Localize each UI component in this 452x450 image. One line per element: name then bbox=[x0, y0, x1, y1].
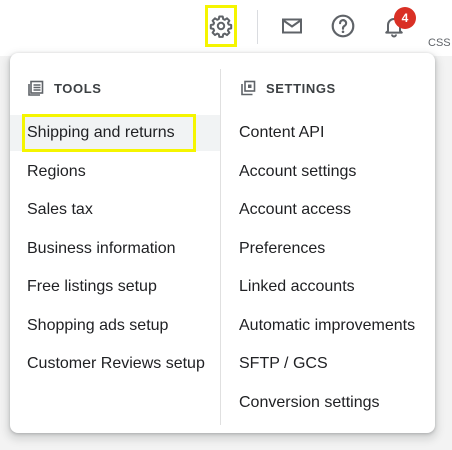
menu-item-customer-reviews-setup[interactable]: Customer Reviews setup bbox=[10, 346, 220, 382]
menu-item-shipping-and-returns[interactable]: Shipping and returns bbox=[10, 115, 220, 151]
toolbar-divider bbox=[257, 10, 258, 44]
menu-item-content-api[interactable]: Content API bbox=[221, 115, 435, 151]
menu-item-account-access[interactable]: Account access bbox=[221, 192, 435, 228]
settings-heading: SETTINGS bbox=[240, 80, 336, 96]
settings-title: SETTINGS bbox=[266, 80, 336, 96]
menu-item-shopping-ads-setup[interactable]: Shopping ads setup bbox=[10, 308, 220, 344]
messages-button[interactable] bbox=[276, 6, 308, 46]
help-icon bbox=[331, 14, 355, 38]
menu-item-conversion-settings[interactable]: Conversion settings bbox=[221, 385, 435, 421]
settings-dropdown-menu: TOOLS Shipping and returns Regions Sales… bbox=[10, 53, 435, 433]
menu-item-account-settings[interactable]: Account settings bbox=[221, 154, 435, 190]
tools-heading: TOOLS bbox=[28, 80, 102, 96]
settings-button[interactable] bbox=[205, 5, 237, 47]
settings-copy-icon bbox=[241, 80, 256, 96]
menu-item-business-information[interactable]: Business information bbox=[10, 231, 220, 267]
tools-title: TOOLS bbox=[54, 80, 102, 96]
menu-item-regions[interactable]: Regions bbox=[10, 154, 220, 190]
notification-badge: 4 bbox=[394, 7, 416, 29]
menu-item-preferences[interactable]: Preferences bbox=[221, 231, 435, 267]
menu-item-automatic-improvements[interactable]: Automatic improvements bbox=[221, 308, 435, 344]
menu-item-linked-accounts[interactable]: Linked accounts bbox=[221, 269, 435, 305]
menu-item-sales-tax[interactable]: Sales tax bbox=[10, 192, 220, 228]
account-label[interactable]: CSS bbox=[428, 37, 451, 49]
gear-icon bbox=[209, 15, 233, 38]
top-bar: 4 CSS bbox=[0, 0, 452, 56]
menu-item-sftp-gcs[interactable]: SFTP / GCS bbox=[221, 346, 435, 382]
menu-item-free-listings-setup[interactable]: Free listings setup bbox=[10, 269, 220, 305]
help-button[interactable] bbox=[327, 6, 359, 46]
mail-icon bbox=[282, 18, 302, 34]
tools-grid-icon bbox=[28, 80, 44, 96]
